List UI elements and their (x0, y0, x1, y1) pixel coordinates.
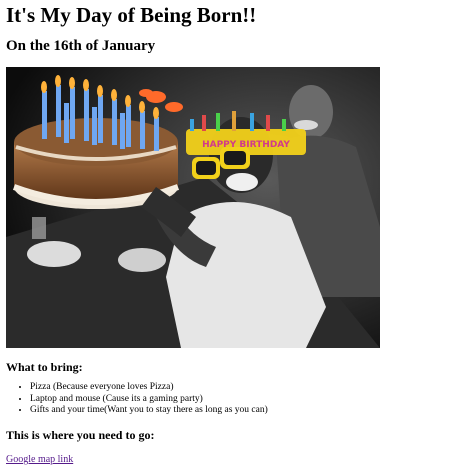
bring-heading: What to bring: (6, 360, 83, 374)
list-item: Pizza (Because everyone loves Pizza) (30, 382, 268, 394)
bring-list: Pizza (Because everyone loves Pizza) Lap… (6, 382, 268, 417)
location-heading: This is where you need to go: (6, 428, 155, 442)
google-map-link[interactable]: Google map link (6, 454, 73, 466)
list-item: Laptop and mouse (Cause its a gaming par… (30, 394, 268, 406)
glasses-text: HAPPY BIRTHDAY (202, 140, 290, 150)
date-heading: On the 16th of January (6, 38, 156, 54)
list-item: Gifts and your time(Want you to stay the… (30, 405, 268, 417)
party-photo-illustration: HAPPY BIRTHDAY (6, 67, 380, 348)
party-photo: HAPPY BIRTHDAY (6, 67, 380, 348)
page-title: It's My Day of Being Born!! (6, 3, 257, 27)
